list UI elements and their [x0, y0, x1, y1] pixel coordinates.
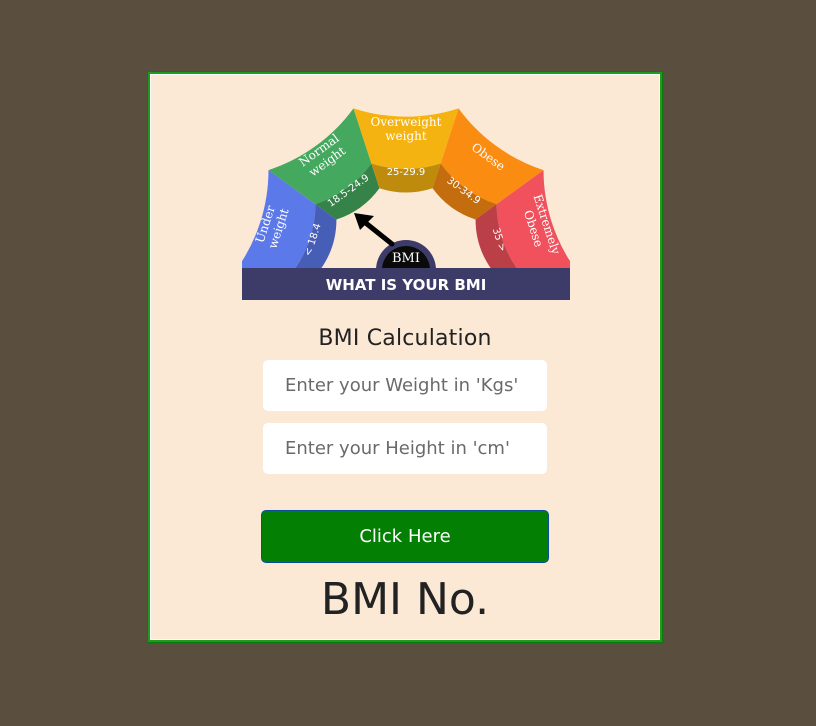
form-title: BMI Calculation	[318, 326, 492, 351]
gauge-center-label: BMI	[392, 251, 420, 266]
height-input[interactable]	[263, 423, 547, 474]
gauge-needle	[359, 217, 395, 247]
gauge-banner-text: WHAT IS YOUR BMI	[326, 276, 487, 294]
gauge-range-label: 25-29.9	[387, 167, 426, 178]
calculate-button[interactable]: Click Here	[261, 510, 549, 563]
bmi-gauge-image: Underweight < 18.4 Normalweight 18.5-24.9 Ov…	[242, 98, 570, 300]
bmi-card: Underweight < 18.4 Normalweight 18.5-24.9 Ov…	[148, 72, 662, 642]
weight-input[interactable]	[263, 360, 547, 411]
bmi-gauge-graphic: Underweight < 18.4Normalweight18.5-24.9Ov…	[242, 108, 570, 300]
bmi-result: BMI No.	[320, 574, 490, 625]
